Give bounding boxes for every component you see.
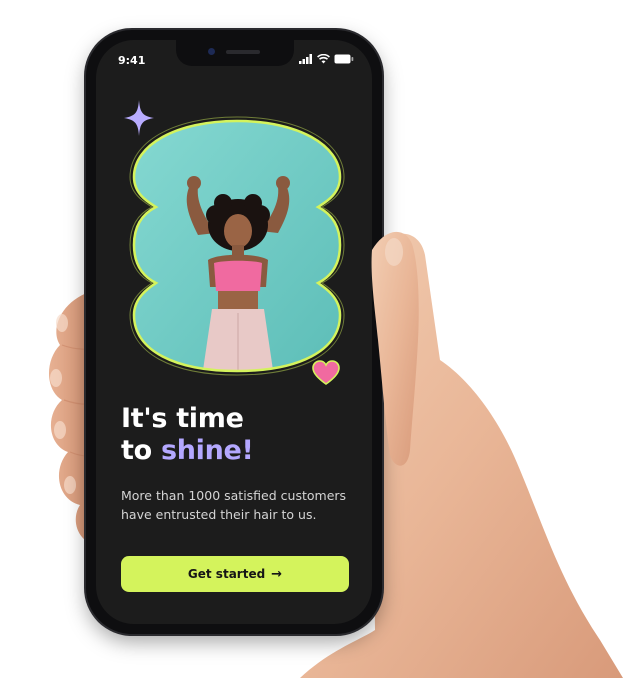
headline-accent: shine! xyxy=(160,435,254,466)
phone-notch xyxy=(176,40,294,66)
arrow-right-icon: → xyxy=(271,566,283,582)
get-started-button[interactable]: Get started → xyxy=(121,556,349,592)
mockup-stage: 9:41 It's time to shine! More than 1000 … xyxy=(0,0,623,678)
phone-device: 9:41 It's time to shine! More than 1000 … xyxy=(86,30,382,634)
hero-photo-frame xyxy=(129,116,345,376)
headline-to: to xyxy=(121,435,152,466)
speaker-grille xyxy=(226,50,260,54)
status-icons xyxy=(299,54,354,64)
battery-icon xyxy=(334,54,354,64)
get-started-label: Get started xyxy=(187,567,266,581)
signal-icon xyxy=(299,54,312,64)
status-time: 9:41 xyxy=(118,54,146,67)
heart-icon xyxy=(312,360,340,385)
hero-subtitle: More than 1000 satisfied customers have … xyxy=(121,488,347,522)
wifi-icon xyxy=(317,54,330,64)
camera-icon xyxy=(208,48,215,55)
hero-headline: It's time to shine! xyxy=(121,403,254,467)
headline-line-1: It's time xyxy=(121,403,244,434)
headline-line-2: to shine! xyxy=(121,435,254,467)
app-screen: 9:41 It's time to shine! More than 1000 … xyxy=(96,40,372,624)
